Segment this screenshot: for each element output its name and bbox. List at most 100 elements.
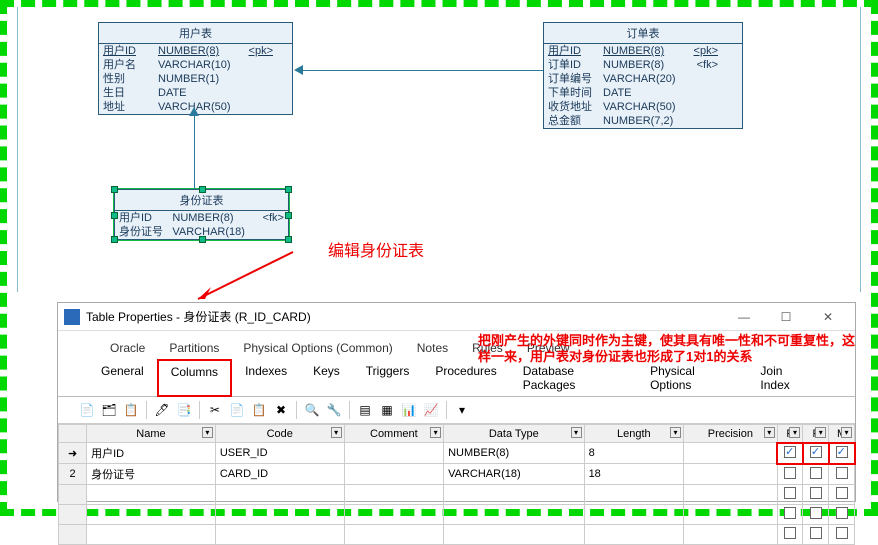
table-cell[interactable]	[829, 525, 855, 545]
table-cell[interactable]	[777, 505, 803, 525]
table-cell[interactable]	[803, 485, 829, 505]
entity-idcard-table[interactable]: 身份证表 用户IDNUMBER(8)<fk>身份证号VARCHAR(18)	[114, 189, 289, 240]
checkbox[interactable]	[784, 487, 796, 499]
toolbar-button[interactable]: 📈	[422, 401, 440, 419]
table-cell[interactable]: 用户ID	[87, 443, 216, 464]
table-cell[interactable]: VARCHAR(18)	[444, 464, 584, 485]
checkbox[interactable]	[810, 446, 822, 458]
table-cell[interactable]: 8	[584, 443, 684, 464]
table-cell[interactable]: USER_ID	[215, 443, 344, 464]
toolbar-button[interactable]: 🖊	[153, 401, 171, 419]
toolbar-button[interactable]: ▤	[356, 401, 374, 419]
tab-indexes[interactable]: Indexes	[232, 359, 300, 397]
resize-handle[interactable]	[285, 236, 292, 243]
table-cell[interactable]	[684, 505, 778, 525]
tab-keys[interactable]: Keys	[300, 359, 353, 397]
table-cell[interactable]	[444, 525, 584, 545]
column-header[interactable]: Comment▾	[344, 425, 444, 443]
column-header[interactable]: P▾	[777, 425, 803, 443]
table-cell[interactable]	[87, 505, 216, 525]
toolbar-button[interactable]: 🔧	[325, 401, 343, 419]
table-cell[interactable]	[215, 525, 344, 545]
checkbox[interactable]	[836, 446, 848, 458]
checkbox[interactable]	[784, 507, 796, 519]
table-row[interactable]: ➜用户IDUSER_ID NUMBER(8)8	[59, 443, 855, 464]
checkbox[interactable]	[810, 487, 822, 499]
table-cell[interactable]	[344, 485, 444, 505]
resize-handle[interactable]	[285, 186, 292, 193]
resize-handle[interactable]	[111, 186, 118, 193]
table-cell[interactable]: NUMBER(8)	[444, 443, 584, 464]
columns-grid[interactable]: Name▾Code▾Comment▾Data Type▾Length▾Preci…	[58, 424, 855, 545]
column-header[interactable]: Length▾	[584, 425, 684, 443]
minimize-button[interactable]: —	[723, 305, 765, 329]
table-cell[interactable]	[777, 464, 803, 485]
table-cell[interactable]	[344, 464, 444, 485]
table-cell[interactable]	[684, 485, 778, 505]
checkbox[interactable]	[836, 467, 848, 479]
table-cell[interactable]	[59, 525, 87, 545]
delete-button[interactable]: ✖	[272, 401, 290, 419]
table-cell[interactable]	[344, 443, 444, 464]
table-row[interactable]	[59, 525, 855, 545]
entity-order-table[interactable]: 订单表 用户IDNUMBER(8)<pk>订单IDNUMBER(8)<fk>订单…	[543, 22, 743, 129]
toolbar-button[interactable]: 📄	[78, 401, 96, 419]
table-cell[interactable]	[684, 525, 778, 545]
table-cell[interactable]	[584, 485, 684, 505]
table-cell[interactable]: ➜	[59, 443, 87, 464]
table-cell[interactable]	[344, 505, 444, 525]
column-filter-icon[interactable]: ▾	[764, 427, 775, 438]
tab-general[interactable]: General	[88, 359, 157, 397]
table-cell[interactable]	[584, 505, 684, 525]
column-header[interactable]: Name▾	[87, 425, 216, 443]
table-cell[interactable]	[344, 525, 444, 545]
tab-columns[interactable]: Columns	[157, 359, 232, 397]
table-cell[interactable]	[584, 525, 684, 545]
table-cell[interactable]: 身份证号	[87, 464, 216, 485]
table-cell[interactable]	[777, 525, 803, 545]
tab-triggers[interactable]: Triggers	[353, 359, 423, 397]
table-cell[interactable]: 18	[584, 464, 684, 485]
checkbox[interactable]	[784, 467, 796, 479]
cut-button[interactable]: ✂	[206, 401, 224, 419]
table-cell[interactable]	[59, 505, 87, 525]
table-cell[interactable]	[777, 485, 803, 505]
toolbar-button[interactable]: 📑	[175, 401, 193, 419]
table-cell[interactable]	[87, 525, 216, 545]
table-row[interactable]	[59, 485, 855, 505]
table-cell[interactable]	[444, 505, 584, 525]
close-button[interactable]: ✕	[807, 305, 849, 329]
copy-button[interactable]: 📄	[228, 401, 246, 419]
resize-handle[interactable]	[111, 212, 118, 219]
column-filter-icon[interactable]: ▾	[670, 427, 681, 438]
column-header[interactable]: Data Type▾	[444, 425, 584, 443]
table-cell[interactable]	[829, 443, 855, 464]
table-cell[interactable]	[684, 464, 778, 485]
checkbox[interactable]	[784, 527, 796, 539]
table-cell[interactable]	[59, 485, 87, 505]
checkbox[interactable]	[836, 527, 848, 539]
table-cell[interactable]	[803, 464, 829, 485]
column-header[interactable]: F▾	[803, 425, 829, 443]
resize-handle[interactable]	[199, 186, 206, 193]
table-cell[interactable]	[87, 485, 216, 505]
checkbox[interactable]	[810, 527, 822, 539]
table-cell[interactable]	[684, 443, 778, 464]
checkbox[interactable]	[836, 507, 848, 519]
table-cell[interactable]	[829, 485, 855, 505]
checkbox[interactable]	[810, 507, 822, 519]
toolbar-button[interactable]: 📋	[122, 401, 140, 419]
checkbox[interactable]	[810, 467, 822, 479]
column-filter-icon[interactable]: ▾	[789, 427, 800, 438]
table-row[interactable]: 2身份证号CARD_IDVARCHAR(18)18	[59, 464, 855, 485]
table-cell[interactable]	[803, 525, 829, 545]
table-cell[interactable]	[829, 505, 855, 525]
entity-user-table[interactable]: 用户表 用户IDNUMBER(8)<pk>用户名VARCHAR(10)性别NUM…	[98, 22, 293, 115]
toolbar-button[interactable]: ▦	[378, 401, 396, 419]
column-header[interactable]: Precision▾	[684, 425, 778, 443]
resize-handle[interactable]	[111, 236, 118, 243]
toolbar-button[interactable]: 📊	[400, 401, 418, 419]
column-header[interactable]: M▾	[829, 425, 855, 443]
column-header[interactable]	[59, 425, 87, 443]
column-filter-icon[interactable]: ▾	[571, 427, 582, 438]
